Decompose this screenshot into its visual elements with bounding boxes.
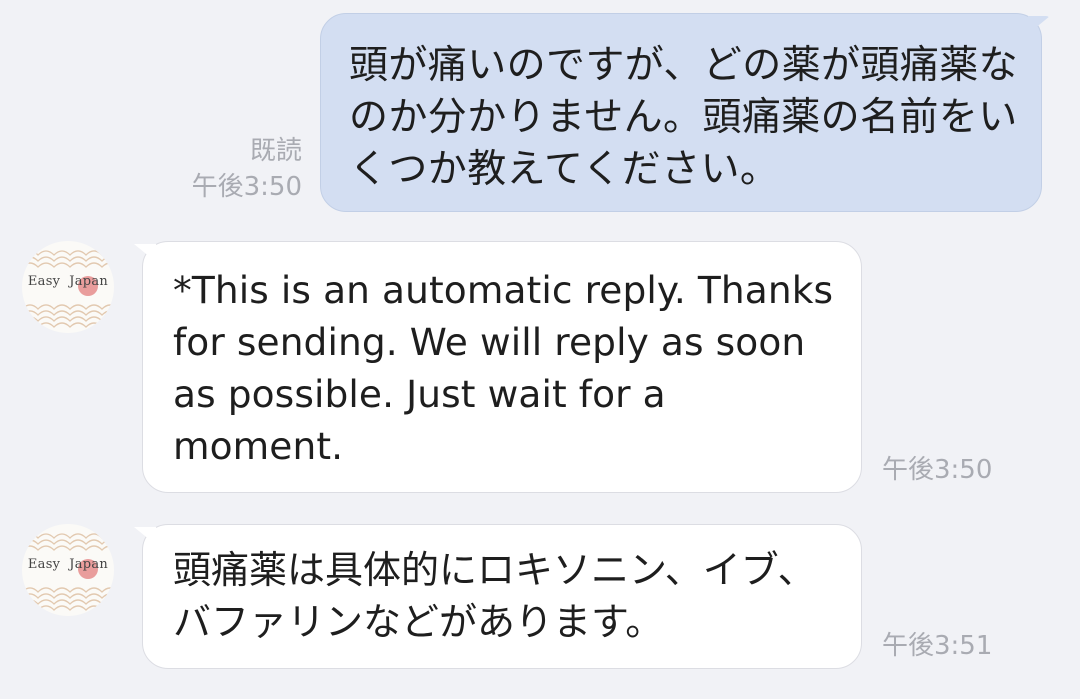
chat-thread: 既読 午後3:50 頭が痛いのですが、どの薬が頭痛薬なのか分かりません。頭痛薬の… bbox=[0, 0, 1080, 699]
message-text: *This is an automatic reply. Thanks for … bbox=[173, 268, 834, 468]
sender-avatar[interactable]: Easy Japan bbox=[22, 524, 114, 616]
logo-text: Easy Japan bbox=[27, 274, 109, 289]
message-text: 頭が痛いのですが、どの薬が頭痛薬なのか分かりません。頭痛薬の名前をいくつか教えて… bbox=[349, 43, 1019, 192]
logo-text: Easy Japan bbox=[27, 557, 109, 572]
bubble-tail bbox=[1028, 16, 1050, 34]
message-time: 午後3:50 bbox=[882, 455, 993, 485]
outgoing-message-bubble[interactable]: 頭が痛いのですが、どの薬が頭痛薬なのか分かりません。頭痛薬の名前をいくつか教えて… bbox=[320, 13, 1050, 212]
message-text: 頭痛薬は具体的にロキソニン、イブ、バファリンなどがあります。 bbox=[173, 548, 816, 644]
sender-avatar[interactable]: Easy Japan bbox=[22, 241, 114, 333]
bubble-tail bbox=[134, 527, 156, 545]
incoming-message-bubble[interactable]: 頭痛薬は具体的にロキソニン、イブ、バファリンなどがあります。 bbox=[134, 524, 862, 669]
message-time: 午後3:51 bbox=[882, 631, 993, 661]
incoming-message-bubble[interactable]: *This is an automatic reply. Thanks for … bbox=[134, 241, 862, 493]
message-time: 午後3:50 bbox=[191, 172, 302, 202]
bubble-tail bbox=[134, 244, 156, 262]
message-meta: 既読 午後3:50 bbox=[192, 133, 302, 205]
read-receipt: 既読 bbox=[249, 136, 302, 166]
